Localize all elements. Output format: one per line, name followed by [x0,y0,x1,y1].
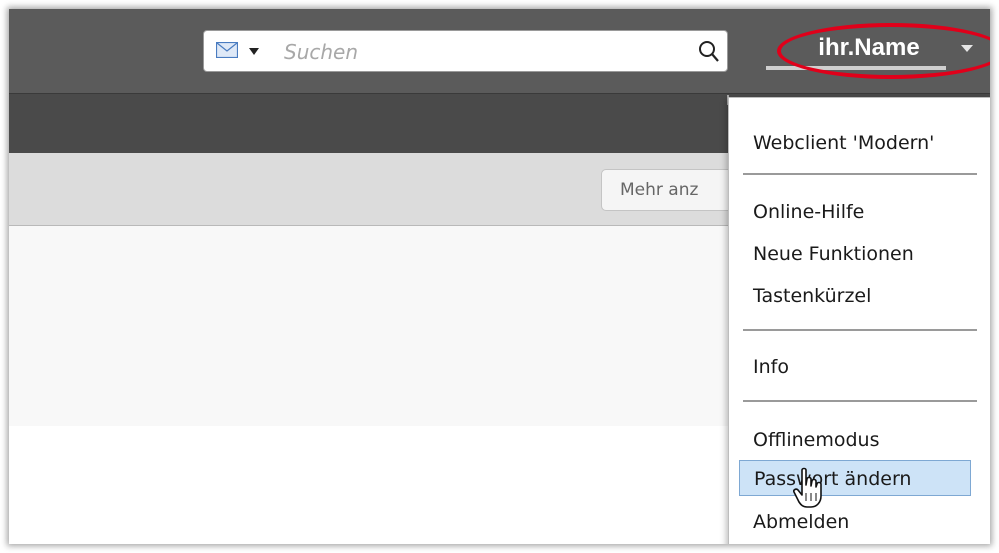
menu-item-webclient-modern[interactable]: Webclient 'Modern' [739,125,971,161]
menu-item-online-help[interactable]: Online-Hilfe [739,194,971,230]
mail-icon[interactable] [216,42,238,58]
menu-item-info[interactable]: Info [739,349,971,385]
user-dropdown-menu: Webclient 'Modern' Online-Hilfe Neue Fun… [728,97,990,544]
menu-separator [743,173,977,175]
user-underline [766,66,946,70]
menu-separator [743,329,977,331]
search-icon[interactable] [697,39,721,63]
user-menu-button[interactable]: ihr.Name [779,31,959,65]
menu-item-change-password[interactable]: Passwort ändern [739,460,971,496]
menu-item-offline-mode[interactable]: Offlinemodus [739,422,971,458]
menu-item-new-features[interactable]: Neue Funktionen [739,236,971,272]
menu-item-shortcuts[interactable]: Tastenkürzel [739,278,971,314]
menu-separator [743,400,977,402]
menu-item-logout[interactable]: Abmelden [739,504,971,540]
search-scope-dropdown-icon[interactable] [249,48,259,55]
hand-cursor-icon [793,467,822,508]
search-box[interactable] [203,30,728,72]
more-button[interactable]: Mehr anz [601,169,741,211]
top-bar: ihr.Name [9,9,990,93]
search-input[interactable] [282,37,666,67]
chevron-down-icon[interactable] [961,45,973,52]
app-window: ihr.Name Mehr anz Webclient 'Modern' Onl… [9,9,990,544]
